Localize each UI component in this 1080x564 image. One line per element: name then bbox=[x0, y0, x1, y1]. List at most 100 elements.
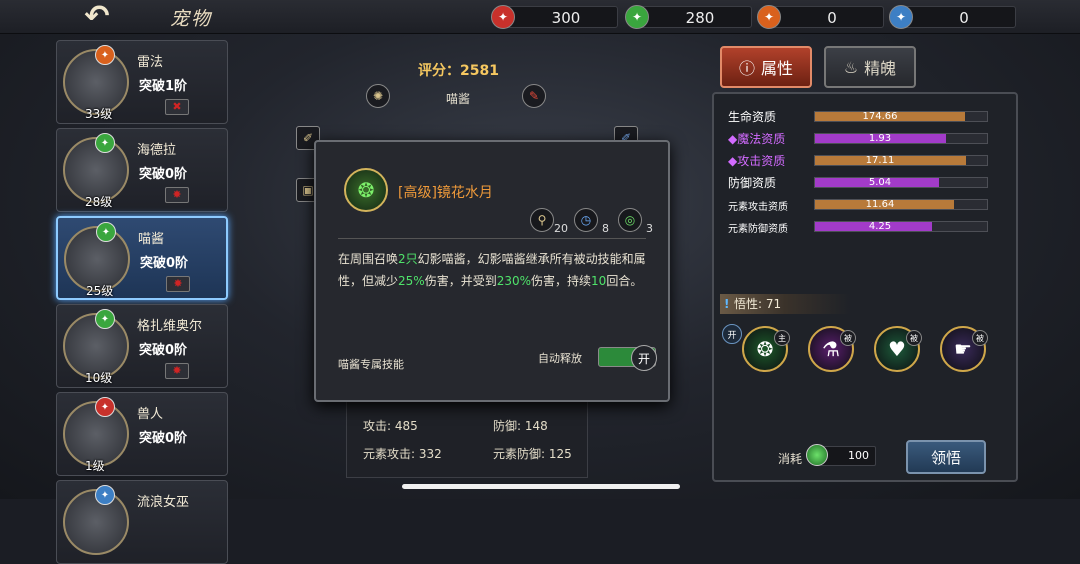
demon-mark-icon[interactable]: ✸ bbox=[165, 187, 189, 203]
currency-0[interactable]: ✦ 300 bbox=[491, 5, 618, 29]
pet-card[interactable]: ✦ 流浪女巫 bbox=[56, 480, 228, 564]
score-label: 评分：2581 bbox=[418, 63, 499, 79]
pet-rank: 突破0阶 bbox=[139, 431, 188, 446]
elem-attack-stat: 元素攻击: 332 bbox=[363, 447, 442, 461]
pet-rank: 突破0阶 bbox=[139, 167, 188, 182]
element-badge-icon: ✦ bbox=[95, 309, 115, 329]
home-indicator[interactable] bbox=[402, 484, 680, 489]
ability-tag: 主 bbox=[774, 330, 790, 346]
element-badge-icon: ✦ bbox=[95, 133, 115, 153]
pet-level: 1级 bbox=[85, 459, 105, 473]
attribute-label: ◆魔法资质 bbox=[728, 132, 786, 146]
attribute-bar: 174.66 bbox=[814, 111, 988, 122]
pet-name: 流浪女巫 bbox=[137, 495, 190, 510]
page-title: 宠物 bbox=[170, 8, 213, 30]
pet-portrait: ✦ 28级 bbox=[63, 133, 129, 209]
attribute-label: 元素攻击资质 bbox=[728, 202, 788, 213]
range-icon: ◎ bbox=[618, 208, 642, 232]
pet-name: 海德拉 bbox=[137, 143, 177, 158]
currency-2[interactable]: ✦ 0 bbox=[757, 5, 884, 29]
element-badge-icon: ✦ bbox=[95, 45, 115, 65]
blue-crystal-icon: ✦ bbox=[889, 5, 913, 29]
attribute-panel bbox=[712, 92, 1018, 482]
attribute-label: 元素防御资质 bbox=[728, 224, 788, 235]
attribute-bar: 11.64 bbox=[814, 199, 988, 210]
stat-panel: 攻击: 485 防御: 148 元素攻击: 332 元素防御: 125 bbox=[346, 392, 588, 478]
center-pet-name: 喵酱 bbox=[446, 92, 471, 106]
attribute-value: 11.64 bbox=[865, 199, 895, 210]
defense-stat: 防御: 148 bbox=[493, 419, 548, 433]
pet-name: 格扎维奥尔 bbox=[137, 319, 203, 334]
range-value: 3 bbox=[646, 222, 653, 235]
demon-mark-icon[interactable]: ✸ bbox=[165, 363, 189, 379]
element-badge-icon: ✦ bbox=[96, 222, 116, 242]
red-crystal-icon: ✦ bbox=[491, 5, 515, 29]
pet-card[interactable]: ✦ 28级 海德拉 突破0阶 ✸ bbox=[56, 128, 228, 212]
pet-name: 兽人 bbox=[137, 407, 164, 422]
orange-crystal-icon: ✦ bbox=[757, 5, 781, 29]
open-badge[interactable]: 开 bbox=[722, 324, 742, 344]
ability-tag: 被 bbox=[906, 330, 922, 346]
pet-portrait: ✦ 10级 bbox=[63, 309, 129, 385]
skill-type-label: 喵酱专属技能 bbox=[338, 358, 404, 371]
currency-3[interactable]: ✦ 0 bbox=[889, 5, 1016, 29]
attribute-bar: 5.04 bbox=[814, 177, 988, 188]
pet-rank: 突破0阶 bbox=[140, 256, 189, 271]
close-icon[interactable]: ✖ bbox=[165, 99, 189, 115]
green-crystal-icon: ✦ bbox=[625, 5, 649, 29]
ability-slot-icon[interactable]: ☛ 被 bbox=[940, 326, 988, 372]
exclamation-icon: ! bbox=[724, 297, 730, 311]
toggle-knob[interactable]: 开 bbox=[631, 345, 657, 371]
currency-value: 300 bbox=[551, 9, 581, 27]
feather-icon[interactable]: ✎ bbox=[522, 84, 546, 108]
back-button[interactable]: ↶ bbox=[60, 0, 134, 34]
attribute-value: 1.93 bbox=[868, 133, 892, 144]
pet-name: 喵酱 bbox=[138, 232, 165, 247]
comprehend-button[interactable]: 领悟 bbox=[906, 440, 986, 474]
demon-mark-icon[interactable]: ✸ bbox=[166, 276, 190, 292]
ability-slot-icon[interactable]: ♥ 被 bbox=[874, 326, 922, 372]
attribute-value: 4.25 bbox=[868, 221, 892, 232]
skill-description: 在周围召唤2只幻影喵酱，幻影喵酱继承所有被动技能和属性，但减少25%伤害，并受到… bbox=[338, 252, 646, 288]
elem-defense-stat: 元素防御: 125 bbox=[493, 447, 572, 461]
pet-rank: 突破1阶 bbox=[139, 79, 188, 94]
pet-card[interactable]: ✦ 25级 喵酱 突破0阶 ✸ bbox=[56, 216, 228, 300]
ability-slot-icon[interactable]: ⚗ 被 bbox=[808, 326, 856, 372]
attribute-label: 生命资质 bbox=[728, 110, 777, 124]
ability-slot-icon[interactable]: ❂ 主 bbox=[742, 326, 790, 372]
tab-spirit[interactable]: ♨ 精魄 bbox=[824, 46, 916, 88]
currency-1[interactable]: ✦ 280 bbox=[625, 5, 752, 29]
star-emblem-icon[interactable]: ✺ bbox=[366, 84, 390, 108]
cooldown-value: 8 bbox=[602, 222, 609, 235]
pet-card[interactable]: ✦ 33级 雷法 突破1阶 ✖ bbox=[56, 40, 228, 124]
cost-label: 消耗 bbox=[778, 452, 803, 466]
pet-level: 25级 bbox=[86, 284, 114, 298]
pet-name: 雷法 bbox=[137, 55, 164, 70]
pet-level: 10级 bbox=[85, 371, 113, 385]
back-arrow-icon: ↶ bbox=[84, 0, 110, 34]
pet-level: 28级 bbox=[85, 195, 113, 209]
attribute-label: 防御资质 bbox=[728, 176, 777, 190]
pet-card[interactable]: ✦ 10级 格扎维奥尔 突破0阶 ✸ bbox=[56, 304, 228, 388]
currency-value: 280 bbox=[685, 9, 715, 27]
pet-portrait: ✦ 25级 bbox=[64, 222, 130, 298]
pet-card[interactable]: ✦ 1级 兽人 突破0阶 bbox=[56, 392, 228, 476]
ability-glyph-icon: ☛ bbox=[954, 337, 972, 361]
ability-glyph-icon: ❂ bbox=[756, 337, 774, 361]
auto-cast-toggle[interactable]: 开 bbox=[598, 345, 657, 371]
auto-cast-label: 自动释放 bbox=[538, 352, 582, 365]
attack-stat: 攻击: 485 bbox=[363, 419, 418, 433]
currency-value: 0 bbox=[827, 9, 837, 27]
green-crystal-icon bbox=[806, 444, 828, 466]
ability-glyph-icon: ⚗ bbox=[822, 337, 840, 361]
pet-rank: 突破0阶 bbox=[139, 343, 188, 358]
pet-portrait: ✦ 1级 bbox=[63, 397, 129, 473]
skill-title: [高级]镜花水月 bbox=[398, 185, 493, 201]
top-bar: ↶ 宠物 ✦ 300 ✦ 280 ✦ 0 ✦ 0 bbox=[0, 0, 1080, 34]
attribute-label: ◆攻击资质 bbox=[728, 154, 786, 168]
tab-attributes[interactable]: ⓘ 属性 bbox=[720, 46, 812, 88]
ability-glyph-icon: ♥ bbox=[888, 337, 906, 361]
attribute-bar: 17.11 bbox=[814, 155, 988, 166]
cost-icon: ⚲ bbox=[530, 208, 554, 232]
attribute-value: 5.04 bbox=[868, 177, 892, 188]
